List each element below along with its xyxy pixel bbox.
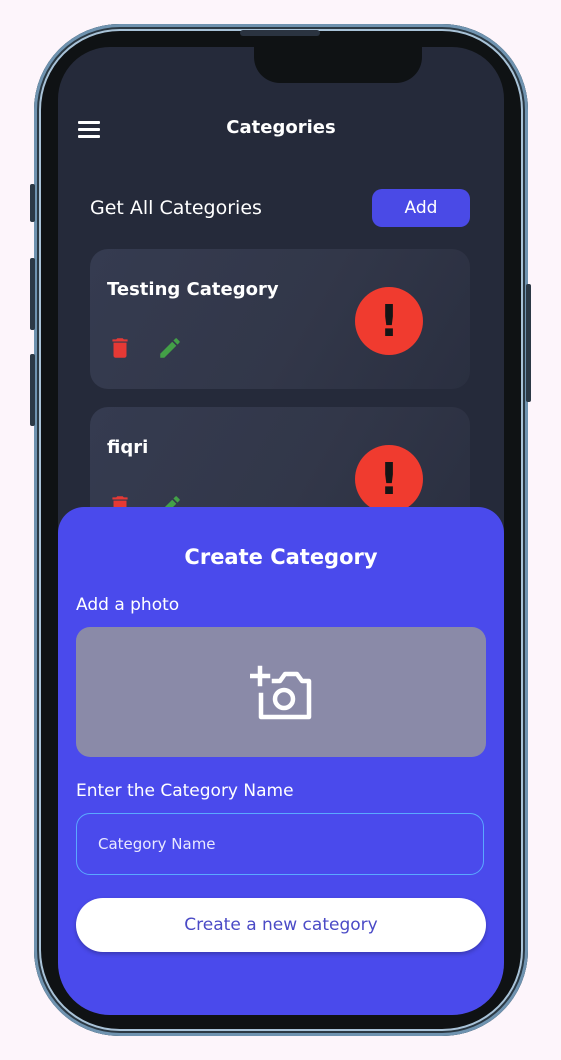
category-name-label: Enter the Category Name xyxy=(76,781,294,801)
add-category-button[interactable]: Add xyxy=(372,189,470,227)
notch xyxy=(254,47,422,83)
create-category-sheet: Create Category Add a photo Enter the Ca… xyxy=(58,507,504,1015)
category-name: fiqri xyxy=(107,437,149,458)
speaker-grille xyxy=(240,30,320,36)
photo-picker[interactable] xyxy=(76,627,486,757)
create-category-button[interactable]: Create a new category xyxy=(76,898,486,952)
phone-screen: Categories Get All Categories Add Testin… xyxy=(58,47,504,1015)
sheet-title: Create Category xyxy=(184,545,378,569)
alert-icon: ! xyxy=(355,287,423,355)
category-name-input[interactable] xyxy=(76,813,484,875)
add-photo-icon xyxy=(250,665,312,720)
alert-icon: ! xyxy=(355,445,423,513)
pencil-icon[interactable] xyxy=(157,335,183,361)
page-title: Categories xyxy=(226,117,336,138)
category-name: Testing Category xyxy=(107,279,279,300)
power-button xyxy=(526,284,531,402)
photo-label: Add a photo xyxy=(76,595,180,615)
category-card[interactable]: Testing Category ! xyxy=(90,249,470,389)
volume-up-button xyxy=(30,258,35,330)
trash-icon[interactable] xyxy=(107,335,133,361)
app-bar: Categories xyxy=(58,105,504,155)
section-title: Get All Categories xyxy=(90,197,262,219)
action-button xyxy=(30,184,35,222)
volume-down-button xyxy=(30,354,35,426)
